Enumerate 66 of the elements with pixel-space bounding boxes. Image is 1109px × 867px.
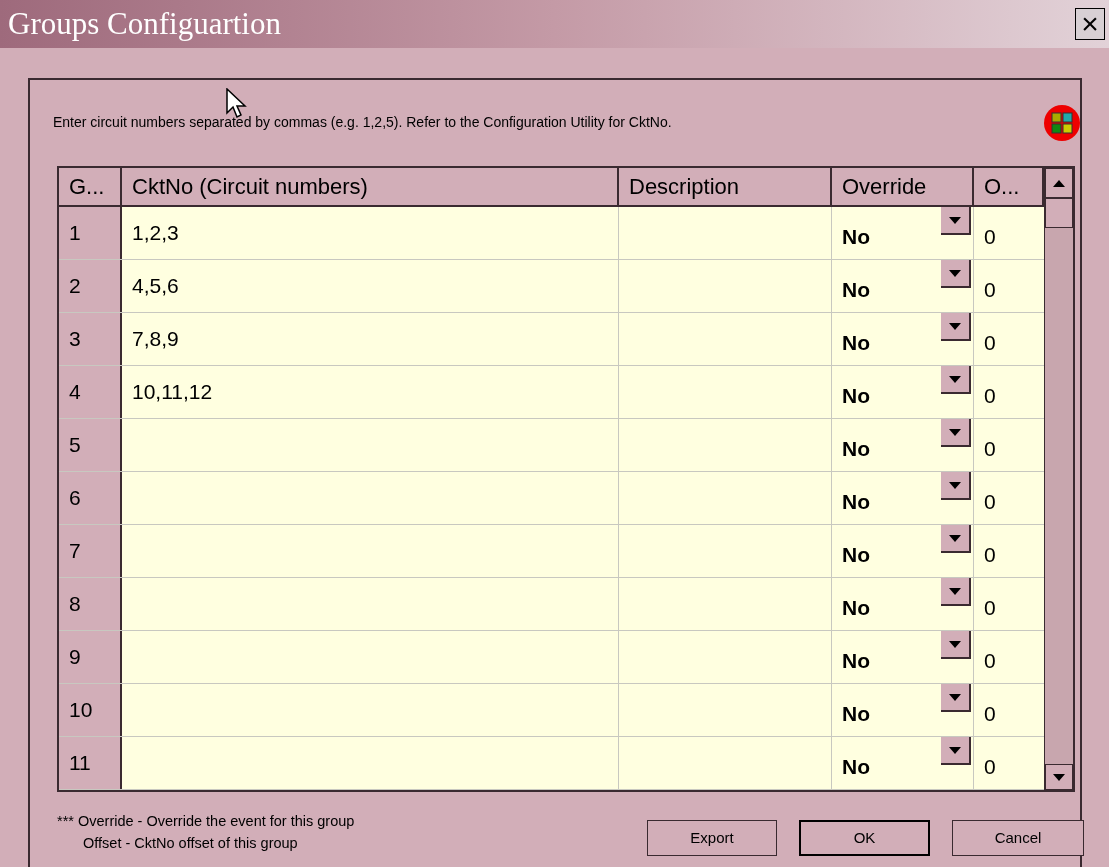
table-cell: 0: [974, 525, 1044, 577]
dropdown-button[interactable]: [941, 419, 971, 447]
dropdown-button[interactable]: [941, 472, 971, 500]
dropdown-value: No: [842, 383, 870, 410]
dropdown-button[interactable]: [941, 578, 971, 606]
up-arrow-icon: [1053, 179, 1065, 187]
column-header[interactable]: Override: [832, 168, 974, 205]
table-cell: 0: [974, 419, 1044, 471]
scroll-down-button[interactable]: [1045, 764, 1073, 790]
table-cell: 0: [974, 313, 1044, 365]
table-cell: 7,8,9: [122, 313, 619, 365]
dialog-button[interactable]: Cancel: [952, 820, 1084, 856]
dropdown-button[interactable]: [941, 684, 971, 712]
dropdown-button[interactable]: [941, 260, 971, 288]
dropdown-value: No: [842, 648, 870, 675]
caret-icon: [949, 693, 961, 701]
dialog-button[interactable]: Export: [647, 820, 777, 856]
dialog-button[interactable]: OK: [799, 820, 930, 856]
table-cell: 4,5,6: [122, 260, 619, 312]
column-header[interactable]: Description: [619, 168, 832, 205]
dropdown-value: No: [842, 277, 870, 304]
table-cell: 10,11,12: [122, 366, 619, 418]
dropdown-button[interactable]: [941, 313, 971, 341]
note-text: Offset - CktNo offset of this group: [82, 834, 299, 853]
column-header[interactable]: G...: [59, 168, 122, 205]
scrollbar[interactable]: [1044, 168, 1073, 790]
dropdown-button[interactable]: [941, 207, 971, 235]
dropdown-value: No: [842, 701, 870, 728]
dropdown-button[interactable]: [941, 631, 971, 659]
caret-icon: [949, 640, 961, 648]
column-header[interactable]: CktNo (Circuit numbers): [122, 168, 619, 205]
table-cell: 0: [974, 472, 1044, 524]
caret-icon: [949, 481, 961, 489]
dropdown-value: No: [842, 330, 870, 357]
caret-icon: [949, 216, 961, 224]
down-arrow-icon: [1053, 773, 1065, 781]
dropdown-value: No: [842, 436, 870, 463]
table-cell: 0: [974, 737, 1044, 789]
table-cell: 0: [974, 207, 1044, 259]
caret-icon: [949, 428, 961, 436]
dropdown-value: No: [842, 595, 870, 622]
window-title: Groups Configuartion: [8, 4, 281, 43]
dropdown-button[interactable]: [941, 737, 971, 765]
dropdown-value: No: [842, 489, 870, 516]
table-cell: 1,2,3: [122, 207, 619, 259]
table-cell: 0: [974, 578, 1044, 630]
caret-icon: [949, 746, 961, 754]
caret-icon: [949, 375, 961, 383]
note-text: *** Override - Override the event for this group: [57, 812, 355, 831]
dropdown-value: No: [842, 224, 870, 251]
scroll-thumb[interactable]: [1045, 198, 1073, 228]
caret-icon: [949, 322, 961, 330]
dropdown-button[interactable]: [941, 366, 971, 394]
instruction-text: Enter circuit numbers separated by commas (e.g. 1,2,5). Refer to the Configuration Utility for CktNo.: [53, 112, 672, 132]
close-button[interactable]: ×: [1075, 8, 1105, 40]
table-cell: 0: [974, 260, 1044, 312]
caret-icon: [949, 269, 961, 277]
caret-icon: [949, 534, 961, 542]
dropdown-button[interactable]: [941, 525, 971, 553]
table-cell: 0: [974, 366, 1044, 418]
caret-icon: [949, 587, 961, 595]
dropdown-value: No: [842, 542, 870, 569]
scroll-up-button[interactable]: [1045, 168, 1073, 198]
table-cell: 0: [974, 631, 1044, 683]
table-cell: 0: [974, 684, 1044, 736]
dropdown-value: No: [842, 754, 870, 781]
